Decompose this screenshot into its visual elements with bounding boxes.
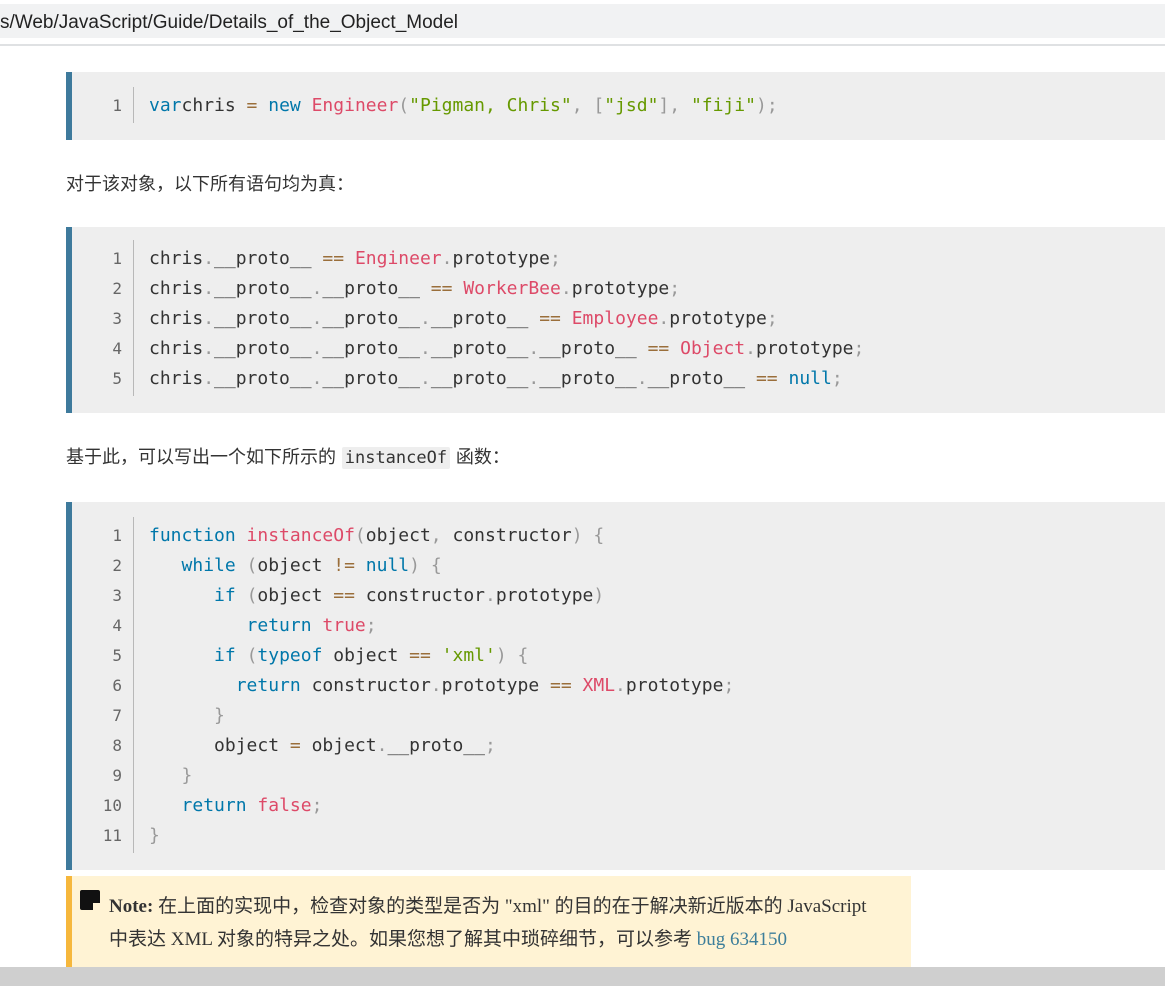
- line-number: 1: [112, 96, 122, 115]
- line-number: 9: [112, 766, 122, 785]
- code-text: return constructor.prototype == XML.prot…: [235, 675, 735, 696]
- line-number: 6: [112, 676, 122, 695]
- code-text: chris.__proto__.__proto__.__proto__.__pr…: [149, 338, 865, 359]
- line-number: 5: [112, 369, 122, 388]
- paragraph-text-after: 函数：: [450, 447, 510, 468]
- toolbar-divider: [0, 44, 1165, 46]
- line-number-gutter-divider: [133, 517, 134, 853]
- line-number-gutter-divider: [133, 87, 134, 123]
- line-number: 7: [112, 706, 122, 725]
- line-number: 5: [112, 646, 122, 665]
- line-number: 11: [102, 826, 122, 845]
- code-text: function instanceOf(object, constructor)…: [149, 525, 605, 546]
- code-text: return false;: [181, 795, 323, 816]
- code-block-engineer-instance: 1 varchris = new Engineer("Pigman, Chris"…: [66, 72, 1165, 140]
- line-number-gutter-divider: [133, 240, 134, 396]
- code-text: }: [149, 825, 160, 846]
- code-text: chris.__proto__.__proto__.__proto__ == E…: [149, 308, 778, 329]
- line-number: 4: [112, 339, 122, 358]
- line-number: 3: [112, 586, 122, 605]
- note-label: Note:: [109, 896, 154, 917]
- line-number: 2: [112, 279, 122, 298]
- line-number: 8: [112, 736, 122, 755]
- note-icon: [80, 890, 100, 910]
- line-number: 2: [112, 556, 122, 575]
- code-text: if (object == constructor.prototype): [214, 585, 605, 606]
- line-number: 4: [112, 616, 122, 635]
- bug-link[interactable]: bug 634150: [697, 929, 787, 950]
- code-text: varchris = new Engineer("Pigman, Chris",…: [149, 95, 778, 116]
- code-block-proto-chain: 1 chris.__proto__ == Engineer.prototype; 2…: [66, 227, 1165, 413]
- inline-code-instanceof: instanceOf: [341, 447, 451, 469]
- line-number: 1: [112, 249, 122, 268]
- paragraph-instanceof-intro: 基于此，可以写出一个如下所示的 instanceOf 函数：: [66, 443, 510, 469]
- code-text: if (typeof object == 'xml') {: [214, 645, 529, 666]
- line-number: 3: [112, 309, 122, 328]
- line-number: 10: [102, 796, 122, 815]
- line-number: 1: [112, 526, 122, 545]
- address-bar-url[interactable]: s/Web/JavaScript/Guide/Details_of_the_Ob…: [0, 12, 458, 34]
- address-bar[interactable]: s/Web/JavaScript/Guide/Details_of_the_Ob…: [0, 4, 1165, 38]
- code-text: while (object != null) {: [181, 555, 442, 576]
- code-text: chris.__proto__ == Engineer.prototype;: [149, 248, 561, 269]
- code-text: object = object.__proto__;: [149, 735, 496, 756]
- code-block-instanceof-function: 1 function instanceOf(object, constructor…: [66, 502, 1165, 870]
- code-text: chris.__proto__.__proto__ == WorkerBee.p…: [149, 278, 681, 299]
- paragraph-statements-intro: 对于该对象，以下所有语句均为真：: [66, 174, 354, 195]
- note-text: Note: 在上面的实现中，检查对象的类型是否为 "xml" 的目的在于解决新近…: [109, 890, 869, 956]
- code-text: }: [214, 705, 225, 726]
- code-text: }: [181, 765, 193, 786]
- code-text: chris.__proto__.__proto__.__proto__.__pr…: [149, 368, 843, 389]
- horizontal-scrollbar[interactable]: [0, 967, 1165, 986]
- code-text: return true;: [246, 615, 377, 636]
- paragraph-text-before: 基于此，可以写出一个如下所示的: [66, 447, 342, 468]
